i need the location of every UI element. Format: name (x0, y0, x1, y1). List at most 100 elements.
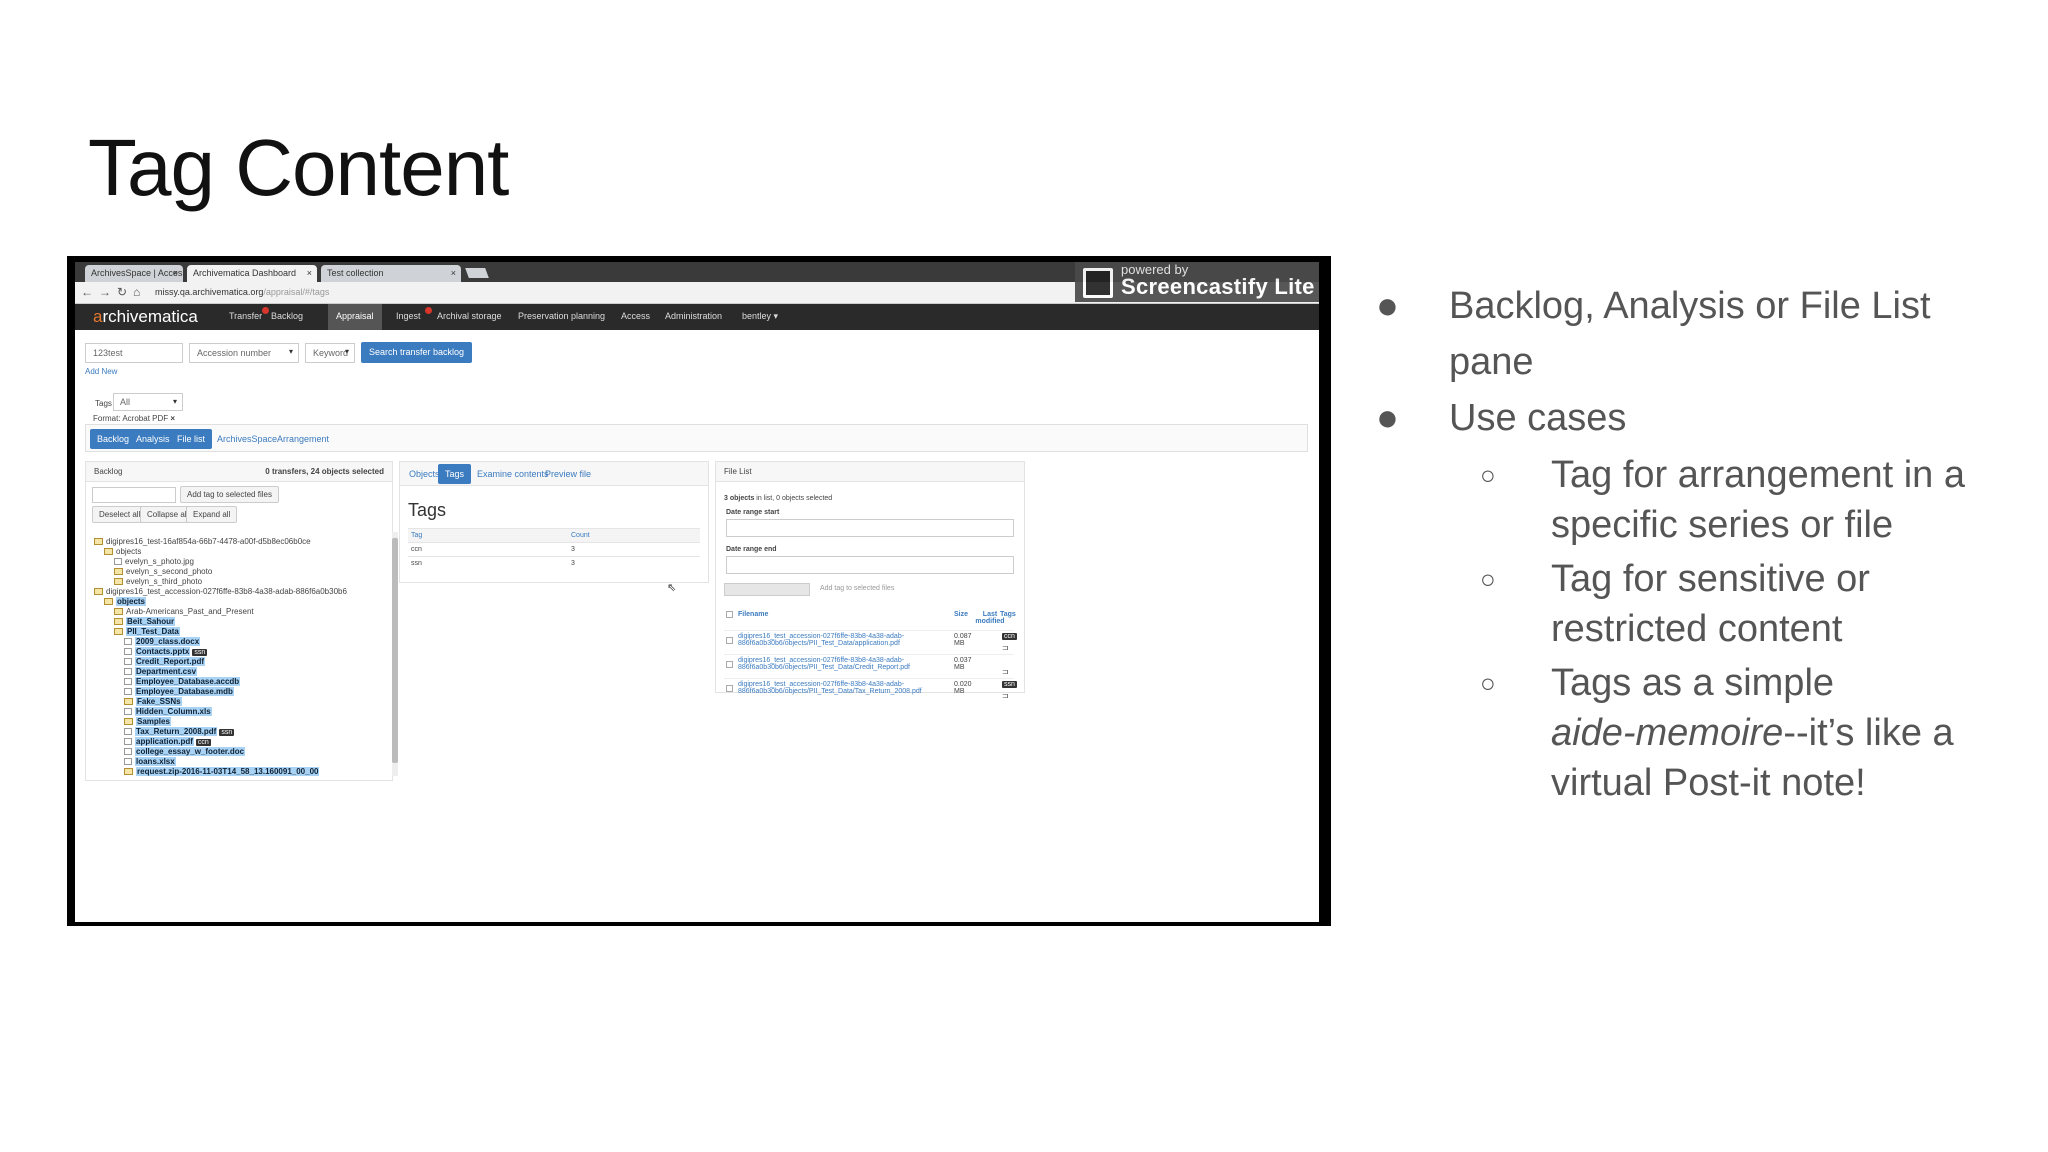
add-new-link[interactable]: Add New (85, 367, 117, 376)
row-checkbox[interactable] (726, 637, 733, 644)
tree-item[interactable]: 2009_class.docx (124, 637, 201, 647)
folder-icon (114, 628, 123, 635)
tree-item[interactable]: Hidden_Column.xls (124, 707, 212, 717)
edit-tags-icon[interactable]: ⊐ (1002, 667, 1009, 676)
browser-tab-archivematica[interactable]: Archivematica Dashboard × (187, 265, 317, 282)
tree-item[interactable]: Department.csv (124, 667, 198, 677)
tags-filter-select[interactable]: All (113, 393, 183, 411)
format-filter-label: Format: Acrobat PDF (93, 414, 169, 423)
nav-appraisal[interactable]: Appraisal (328, 304, 382, 330)
tab-preview-file[interactable]: Preview file (538, 464, 598, 484)
tab-arrangement[interactable]: Arrangement (270, 429, 336, 449)
tree-item[interactable]: Employee_Database.mdb (124, 687, 234, 697)
tree-item[interactable]: objects (104, 597, 147, 607)
folder-icon (124, 718, 133, 725)
tree-item[interactable]: Fake_SSNs (124, 697, 182, 707)
tree-item[interactable]: digipres16_test-16af854a-66b7-4478-a00f-… (94, 537, 311, 547)
close-icon[interactable]: × (307, 268, 312, 278)
tree-item[interactable]: Tax_Return_2008.pdf ssn (124, 727, 235, 737)
date-start-input[interactable] (726, 519, 1014, 537)
tab-tags[interactable]: Tags (438, 464, 472, 484)
new-tab-button[interactable] (465, 268, 489, 278)
add-tag-button[interactable]: Add tag to selected files (180, 486, 279, 503)
tag-input[interactable] (92, 487, 176, 503)
tab-label: ArchivesSpace | Access... (91, 268, 183, 278)
tree-item-label: loans.xlsx (135, 757, 176, 766)
edit-tags-icon[interactable]: ⊐ (1002, 643, 1009, 652)
type-select[interactable]: Keyword (305, 343, 355, 363)
browser-tab-test-collection[interactable]: Test collection × (321, 265, 461, 282)
tree-item[interactable]: digipres16_test_accession-027f6ffe-83b8-… (94, 587, 347, 597)
tree-item[interactable]: Samples (124, 717, 171, 727)
tree-item[interactable]: college_essay_w_footer.doc (124, 747, 246, 757)
date-end-input[interactable] (726, 556, 1014, 574)
tree-item-label: evelyn_s_photo.jpg (125, 557, 194, 566)
tree-item[interactable]: loans.xlsx (124, 757, 176, 767)
app-logo[interactable]: archivematica (93, 307, 198, 327)
tree-item[interactable]: Beit_Sahour (114, 617, 176, 627)
tree-item-label: Contacts.pptx (135, 647, 191, 656)
nav-backlog[interactable]: Backlog (271, 311, 303, 321)
tree-item[interactable]: evelyn_s_second_photo (114, 567, 212, 577)
tags-heading: Tags (408, 500, 447, 520)
file-icon (124, 688, 132, 695)
forward-icon[interactable]: → (99, 285, 111, 299)
tree-item-label: application.pdf (135, 737, 194, 746)
tree-item-label: digipres16_test-16af854a-66b7-4478-a00f-… (106, 537, 311, 546)
tags-table: Tag Count ccn 3 ssn 3 (408, 528, 700, 571)
nav-access[interactable]: Access (621, 311, 650, 321)
scrollbar-thumb[interactable] (392, 538, 398, 763)
tree-item[interactable]: request.zip-2016-11-03T14_58_13.160091_0… (124, 767, 320, 777)
tree-item[interactable]: evelyn_s_photo.jpg (114, 557, 194, 567)
tag-badge: ccn (1002, 633, 1017, 640)
analysis-panel: Objects Tags Examine contents Preview fi… (399, 461, 709, 583)
nav-administration[interactable]: Administration (665, 311, 722, 321)
back-icon[interactable]: ← (81, 285, 93, 299)
tree-item[interactable]: Arab-Americans_Past_and_Present (114, 607, 254, 617)
bullet-text: restricted content (1551, 608, 1843, 650)
home-icon[interactable]: ⌂ (133, 285, 140, 299)
remove-filter-icon[interactable]: × (170, 414, 175, 423)
tree-item[interactable]: Contacts.pptx ssn (124, 647, 208, 657)
file-add-tag-button[interactable]: Add tag to selected files (820, 585, 894, 592)
table-row[interactable]: digipres16_test_accession-027f6ffe-83b8-… (724, 630, 1017, 654)
row-checkbox[interactable] (726, 685, 733, 692)
table-row[interactable]: ccn 3 (408, 542, 700, 557)
url-field[interactable]: missy.qa.archivematica.org/appraisal/#/t… (155, 287, 329, 297)
table-row[interactable]: digipres16_test_accession-027f6ffe-83b8-… (724, 678, 1017, 702)
table-row[interactable]: digipres16_test_accession-027f6ffe-83b8-… (724, 654, 1014, 678)
backlog-summary: 0 transfers, 24 objects selected (265, 467, 384, 476)
file-size: 0.087 MB (954, 633, 972, 647)
file-icon (124, 648, 132, 655)
browser-tab-archivesspace[interactable]: ArchivesSpace | Access...× (85, 265, 183, 282)
search-button[interactable]: Search transfer backlog (361, 342, 473, 363)
select-all-checkbox[interactable] (726, 611, 733, 618)
file-tag-input[interactable] (724, 583, 810, 596)
table-row[interactable]: ssn 3 (408, 556, 700, 571)
nav-archival-storage[interactable]: Archival storage (437, 311, 502, 321)
tree-item[interactable]: objects (104, 547, 141, 557)
file-name[interactable]: digipres16_test_accession-027f6ffe-83b8-… (738, 657, 910, 671)
close-icon[interactable]: × (451, 268, 456, 278)
field-select[interactable]: Accession number (189, 343, 299, 363)
scrollbar[interactable] (392, 532, 398, 776)
file-name[interactable]: digipres16_test_accession-027f6ffe-83b8-… (738, 633, 904, 647)
reload-icon[interactable]: ↻ (117, 285, 127, 299)
search-input[interactable]: 123test (85, 343, 183, 363)
tab-file-list[interactable]: File list (170, 429, 213, 449)
row-checkbox[interactable] (726, 661, 733, 668)
close-icon[interactable]: × (173, 268, 178, 278)
nav-transfer[interactable]: Transfer (229, 311, 262, 321)
tree-item[interactable]: application.pdf ccn (124, 737, 211, 747)
expand-all-button[interactable]: Expand all (186, 506, 238, 523)
nav-preservation-planning[interactable]: Preservation planning (518, 311, 605, 321)
backlog-title: Backlog (94, 467, 123, 476)
nav-user-menu[interactable]: bentley ▾ (742, 311, 778, 322)
nav-ingest[interactable]: Ingest (396, 311, 421, 321)
tree-item[interactable]: PII_Test_Data (114, 627, 180, 637)
edit-tags-icon[interactable]: ⊐ (1002, 691, 1009, 700)
tree-item[interactable]: evelyn_s_third_photo (114, 577, 202, 587)
tree-item[interactable]: Credit_Report.pdf (124, 657, 205, 667)
tree-item[interactable]: Employee_Database.accdb (124, 677, 241, 687)
file-name[interactable]: digipres16_test_accession-027f6ffe-83b8-… (738, 681, 922, 695)
